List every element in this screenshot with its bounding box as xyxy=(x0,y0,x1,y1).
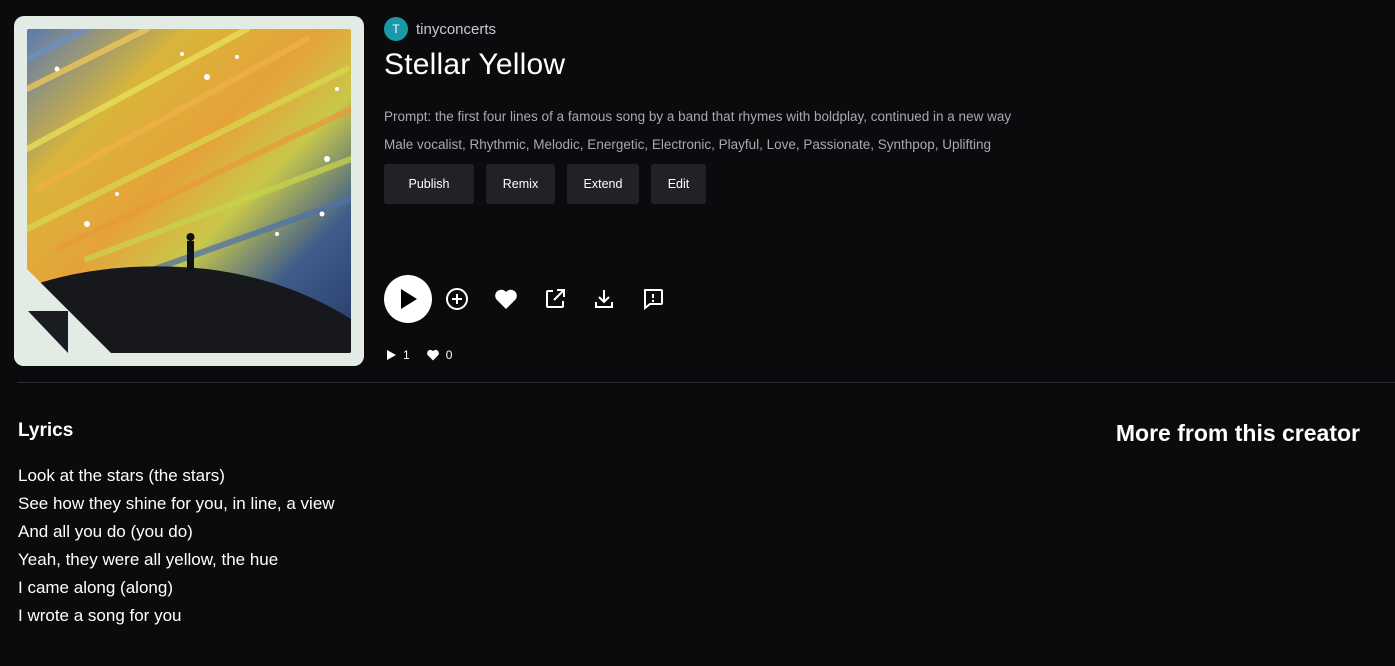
lyric-line: I wrote a song for you xyxy=(18,606,182,625)
lyrics-heading: Lyrics xyxy=(18,420,74,441)
play-count: 1 xyxy=(386,348,410,362)
cover-art xyxy=(14,16,364,366)
play-button[interactable] xyxy=(384,275,432,323)
external-link-icon xyxy=(546,289,565,308)
play-icon xyxy=(401,289,417,309)
starry-night-painting xyxy=(27,29,351,353)
lyric-line: See how they shine for you, in line, a v… xyxy=(18,494,335,513)
download-button[interactable] xyxy=(591,286,617,312)
download-icon xyxy=(595,290,613,308)
play-icon xyxy=(387,350,396,360)
edit-button[interactable]: Edit xyxy=(651,164,706,204)
lyric-line: And all you do (you do) xyxy=(18,522,193,541)
like-count: 0 xyxy=(426,348,453,362)
share-button[interactable] xyxy=(542,286,568,312)
add-to-playlist-button[interactable] xyxy=(444,286,470,312)
more-from-creator-heading: More from this creator xyxy=(1115,420,1360,446)
publish-button[interactable]: Publish xyxy=(384,164,474,204)
cover-image xyxy=(27,29,351,353)
lyric-line: Yeah, they were all yellow, the hue xyxy=(18,550,279,569)
like-button[interactable] xyxy=(493,286,519,312)
like-count-value: 0 xyxy=(445,348,453,362)
lyrics-body: Look at the stars (the stars) See how th… xyxy=(18,462,335,630)
comment-alert-icon xyxy=(643,289,663,311)
avatar: T xyxy=(384,17,408,41)
heart-icon xyxy=(495,289,517,309)
plus-circle-icon xyxy=(446,288,468,310)
player-controls xyxy=(384,275,689,323)
heart-icon xyxy=(426,349,439,361)
report-button[interactable] xyxy=(640,286,666,312)
song-stats: 1 0 xyxy=(386,348,462,362)
play-count-value: 1 xyxy=(403,348,410,362)
action-buttons: Publish Remix Extend Edit xyxy=(384,164,706,204)
song-prompt: Prompt: the first four lines of a famous… xyxy=(384,109,1012,124)
section-divider xyxy=(17,382,1395,383)
song-title: Stellar Yellow xyxy=(384,48,566,81)
lyric-line: Look at the stars (the stars) xyxy=(18,466,225,485)
extend-button[interactable]: Extend xyxy=(567,164,639,204)
creator-name[interactable]: tinyconcerts xyxy=(416,21,496,38)
creator-link[interactable]: T tinyconcerts xyxy=(384,17,496,41)
song-tags: Male vocalist, Rhythmic, Melodic, Energe… xyxy=(384,137,992,152)
remix-button[interactable]: Remix xyxy=(486,164,555,204)
lyric-line: I came along (along) xyxy=(18,578,173,597)
